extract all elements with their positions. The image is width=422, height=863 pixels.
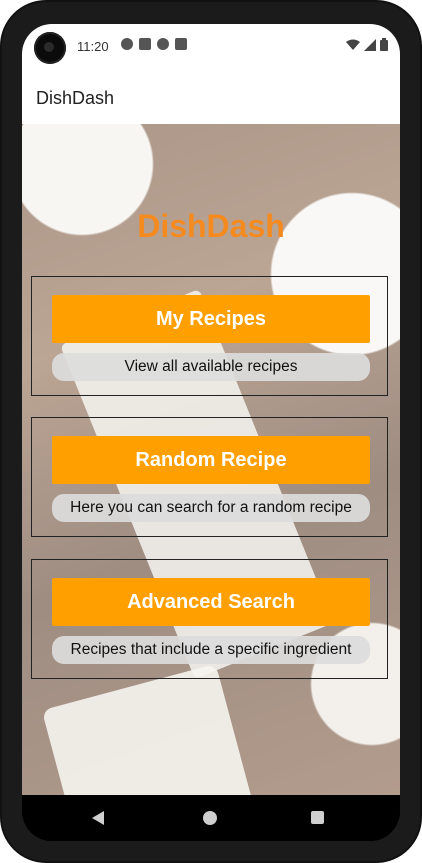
notification-icon: [139, 38, 151, 50]
card-advanced-search: Advanced Search Recipes that include a s…: [31, 559, 388, 679]
card-description: Recipes that include a specific ingredie…: [52, 636, 370, 664]
phone-device: 11:20 DishDash DishDash My Recipes View …: [0, 0, 422, 863]
status-icons-left: [121, 38, 187, 50]
notification-icon: [121, 38, 133, 50]
back-icon[interactable]: [92, 811, 104, 825]
home-icon[interactable]: [203, 811, 217, 825]
app-bar: DishDash: [22, 70, 400, 125]
notification-icon: [157, 38, 169, 50]
screen: 11:20 DishDash DishDash My Recipes View …: [22, 24, 400, 841]
status-icons-right: [346, 38, 388, 51]
card-description: View all available recipes: [52, 353, 370, 381]
camera-icon: [34, 32, 66, 64]
advanced-search-button[interactable]: Advanced Search: [52, 578, 370, 626]
my-recipes-button[interactable]: My Recipes: [52, 295, 370, 343]
main-content: DishDash My Recipes View all available r…: [22, 124, 400, 795]
status-time: 11:20: [77, 39, 109, 54]
signal-icon: [364, 38, 376, 51]
battery-icon: [380, 38, 388, 51]
navigation-bar: [22, 795, 400, 841]
hero-title: DishDash: [137, 208, 285, 244]
random-recipe-button[interactable]: Random Recipe: [52, 436, 370, 484]
sd-card-icon: [175, 38, 187, 50]
app-bar-title: DishDash: [36, 88, 115, 108]
card-description: Here you can search for a random recipe: [52, 494, 370, 522]
card-my-recipes: My Recipes View all available recipes: [31, 276, 388, 396]
card-random-recipe: Random Recipe Here you can search for a …: [31, 417, 388, 537]
wifi-icon: [346, 39, 360, 50]
status-bar: 11:20: [22, 24, 400, 70]
recents-icon[interactable]: [311, 811, 324, 824]
